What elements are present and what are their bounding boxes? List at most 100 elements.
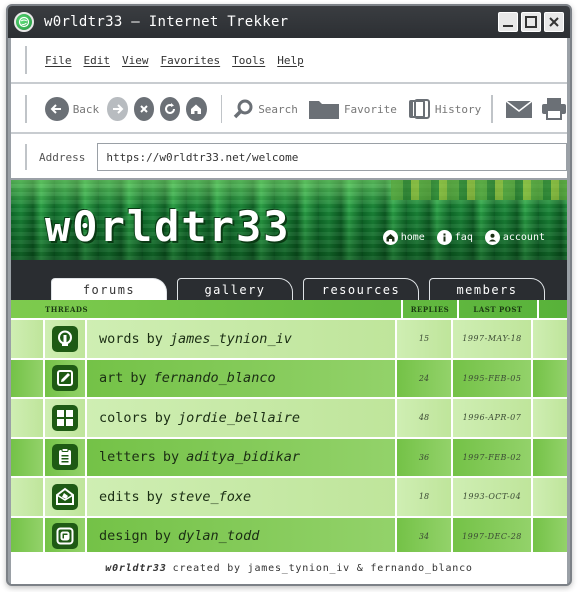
search-button[interactable]: Search (232, 98, 298, 120)
header-spacer (537, 300, 567, 318)
info-icon (436, 230, 452, 245)
thread-author[interactable]: fernando_blanco (154, 370, 276, 386)
mail-button[interactable] (505, 98, 533, 120)
thread-replies: 24 (397, 359, 453, 397)
thread-topic: edits (99, 488, 140, 505)
thread-author[interactable]: steve_foxe (170, 489, 251, 505)
maximize-icon (525, 16, 537, 28)
menu-help[interactable]: Help (277, 54, 304, 67)
table-header: THREADS REPLIES LAST POST (11, 300, 567, 320)
printer-icon (541, 97, 567, 121)
table-row[interactable]: letters by aditya_bidikar 36 1997-FEB-02 (11, 438, 567, 478)
thread-title[interactable]: design by dylan_todd (87, 517, 397, 555)
refresh-button[interactable] (159, 97, 181, 121)
tab-gallery[interactable]: gallery (177, 278, 293, 300)
toolbar-separator-2 (220, 95, 223, 123)
row-icon-cell (45, 478, 87, 516)
close-icon (549, 17, 559, 27)
thread-author[interactable]: dylan_todd (178, 528, 259, 544)
header-last-post: LAST POST (457, 300, 537, 318)
title-bar: w0rldtr33 – Internet Trekker (8, 6, 570, 38)
menu-file[interactable]: File (45, 54, 72, 67)
row-tail (533, 399, 567, 437)
row-tail (533, 320, 567, 358)
nav-account-label: account (502, 232, 545, 243)
row-lead (11, 517, 45, 555)
print-button[interactable] (541, 97, 567, 121)
thread-title[interactable]: letters by aditya_bidikar (87, 438, 397, 476)
nav-home-link[interactable]: home (382, 230, 425, 245)
tab-forums[interactable]: forums (51, 278, 167, 300)
thread-last-post: 1996-APR-07 (453, 399, 533, 437)
thread-title[interactable]: edits by steve_foxe (87, 478, 397, 516)
book-icon (407, 98, 431, 120)
table-row[interactable]: words by james_tynion_iv 15 1997-MAY-18 (11, 320, 567, 360)
thread-replies: 36 (397, 438, 453, 476)
site-logo: w0rldtr33 (45, 202, 291, 251)
thread-last-post: 1997-MAY-18 (453, 320, 533, 358)
menu-view[interactable]: View (122, 54, 149, 67)
menu-edit[interactable]: Edit (84, 54, 111, 67)
table-row[interactable]: art by fernando_blanco 24 1995-FEB-05 (11, 359, 567, 399)
toolbar: Back Search Favorite History (11, 86, 567, 134)
nav-faq-link[interactable]: faq (436, 230, 473, 245)
thread-by: by (146, 488, 163, 505)
user-icon (484, 230, 500, 245)
thread-author[interactable]: aditya_bidikar (186, 449, 300, 465)
thread-by: by (154, 528, 172, 545)
back-arrow-icon (44, 97, 69, 121)
forward-button[interactable] (107, 97, 128, 121)
thread-replies: 15 (397, 320, 453, 358)
thread-author[interactable]: james_tynion_iv (170, 331, 292, 347)
url-input[interactable]: https://w0rldtr33.net/welcome (97, 143, 567, 171)
tab-resources[interactable]: resources (303, 278, 419, 300)
menu-favorites[interactable]: Favorites (161, 54, 221, 67)
menu-bar: File Edit View Favorites Tools Help (11, 38, 567, 84)
row-lead (11, 320, 45, 358)
menu-separator (25, 46, 27, 74)
table-row[interactable]: edits by steve_foxe 18 1993-OCT-04 (11, 478, 567, 518)
header-threads: THREADS (45, 304, 89, 314)
close-button[interactable] (544, 12, 564, 32)
thread-title[interactable]: colors by jordie_bellaire (87, 399, 397, 437)
search-label: Search (258, 102, 298, 116)
stop-button[interactable] (133, 97, 154, 121)
thread-title[interactable]: art by fernando_blanco (87, 359, 397, 397)
design-icon (52, 523, 78, 550)
tab-members[interactable]: members (429, 278, 545, 300)
thread-topic: design (99, 528, 148, 545)
thread-topic: colors (99, 409, 148, 426)
row-icon-cell (45, 438, 87, 476)
stop-icon (139, 105, 148, 113)
menu-tools[interactable]: Tools (232, 54, 265, 67)
row-icon-cell (45, 517, 87, 555)
nav-faq-label: faq (454, 232, 473, 243)
table-body: wordsbyjames_tynion_iv 15 1997-MAY-18 (11, 320, 567, 557)
window-controls (498, 12, 564, 32)
row-icon-cell (45, 399, 87, 437)
thread-topic: words (99, 330, 140, 347)
maximize-button[interactable] (521, 12, 541, 32)
home-button[interactable] (186, 97, 207, 121)
nav-account-link[interactable]: account (484, 230, 545, 245)
header-replies: REPLIES (401, 300, 457, 318)
minimize-button[interactable] (498, 12, 518, 32)
grid-icon (52, 404, 78, 431)
row-icon-cell (45, 359, 87, 397)
forward-arrow-icon (113, 104, 124, 114)
favorite-button[interactable]: Favorite (308, 98, 397, 120)
thread-author[interactable]: jordie_bellaire (178, 410, 300, 426)
thread-title[interactable]: words by james_tynion_iv (87, 320, 397, 358)
favorite-label: Favorite (343, 102, 397, 116)
row-icon-cell (45, 320, 87, 358)
mail-edit-icon (52, 483, 78, 510)
back-button[interactable]: Back (41, 97, 99, 121)
window-title: w0rldtr33 – Internet Trekker (44, 14, 289, 30)
section-tabs: forums gallery resources members (11, 260, 567, 300)
browser-window: w0rldtr33 – Internet Trekker File Edit V… (6, 4, 572, 586)
thread-last-post: 1995-FEB-05 (453, 359, 533, 397)
history-button[interactable]: History (407, 98, 481, 120)
refresh-icon (165, 103, 175, 114)
thread-replies: 34 (397, 517, 453, 555)
table-row[interactable]: colors by jordie_bellaire 48 1996-APR-07 (11, 399, 567, 439)
